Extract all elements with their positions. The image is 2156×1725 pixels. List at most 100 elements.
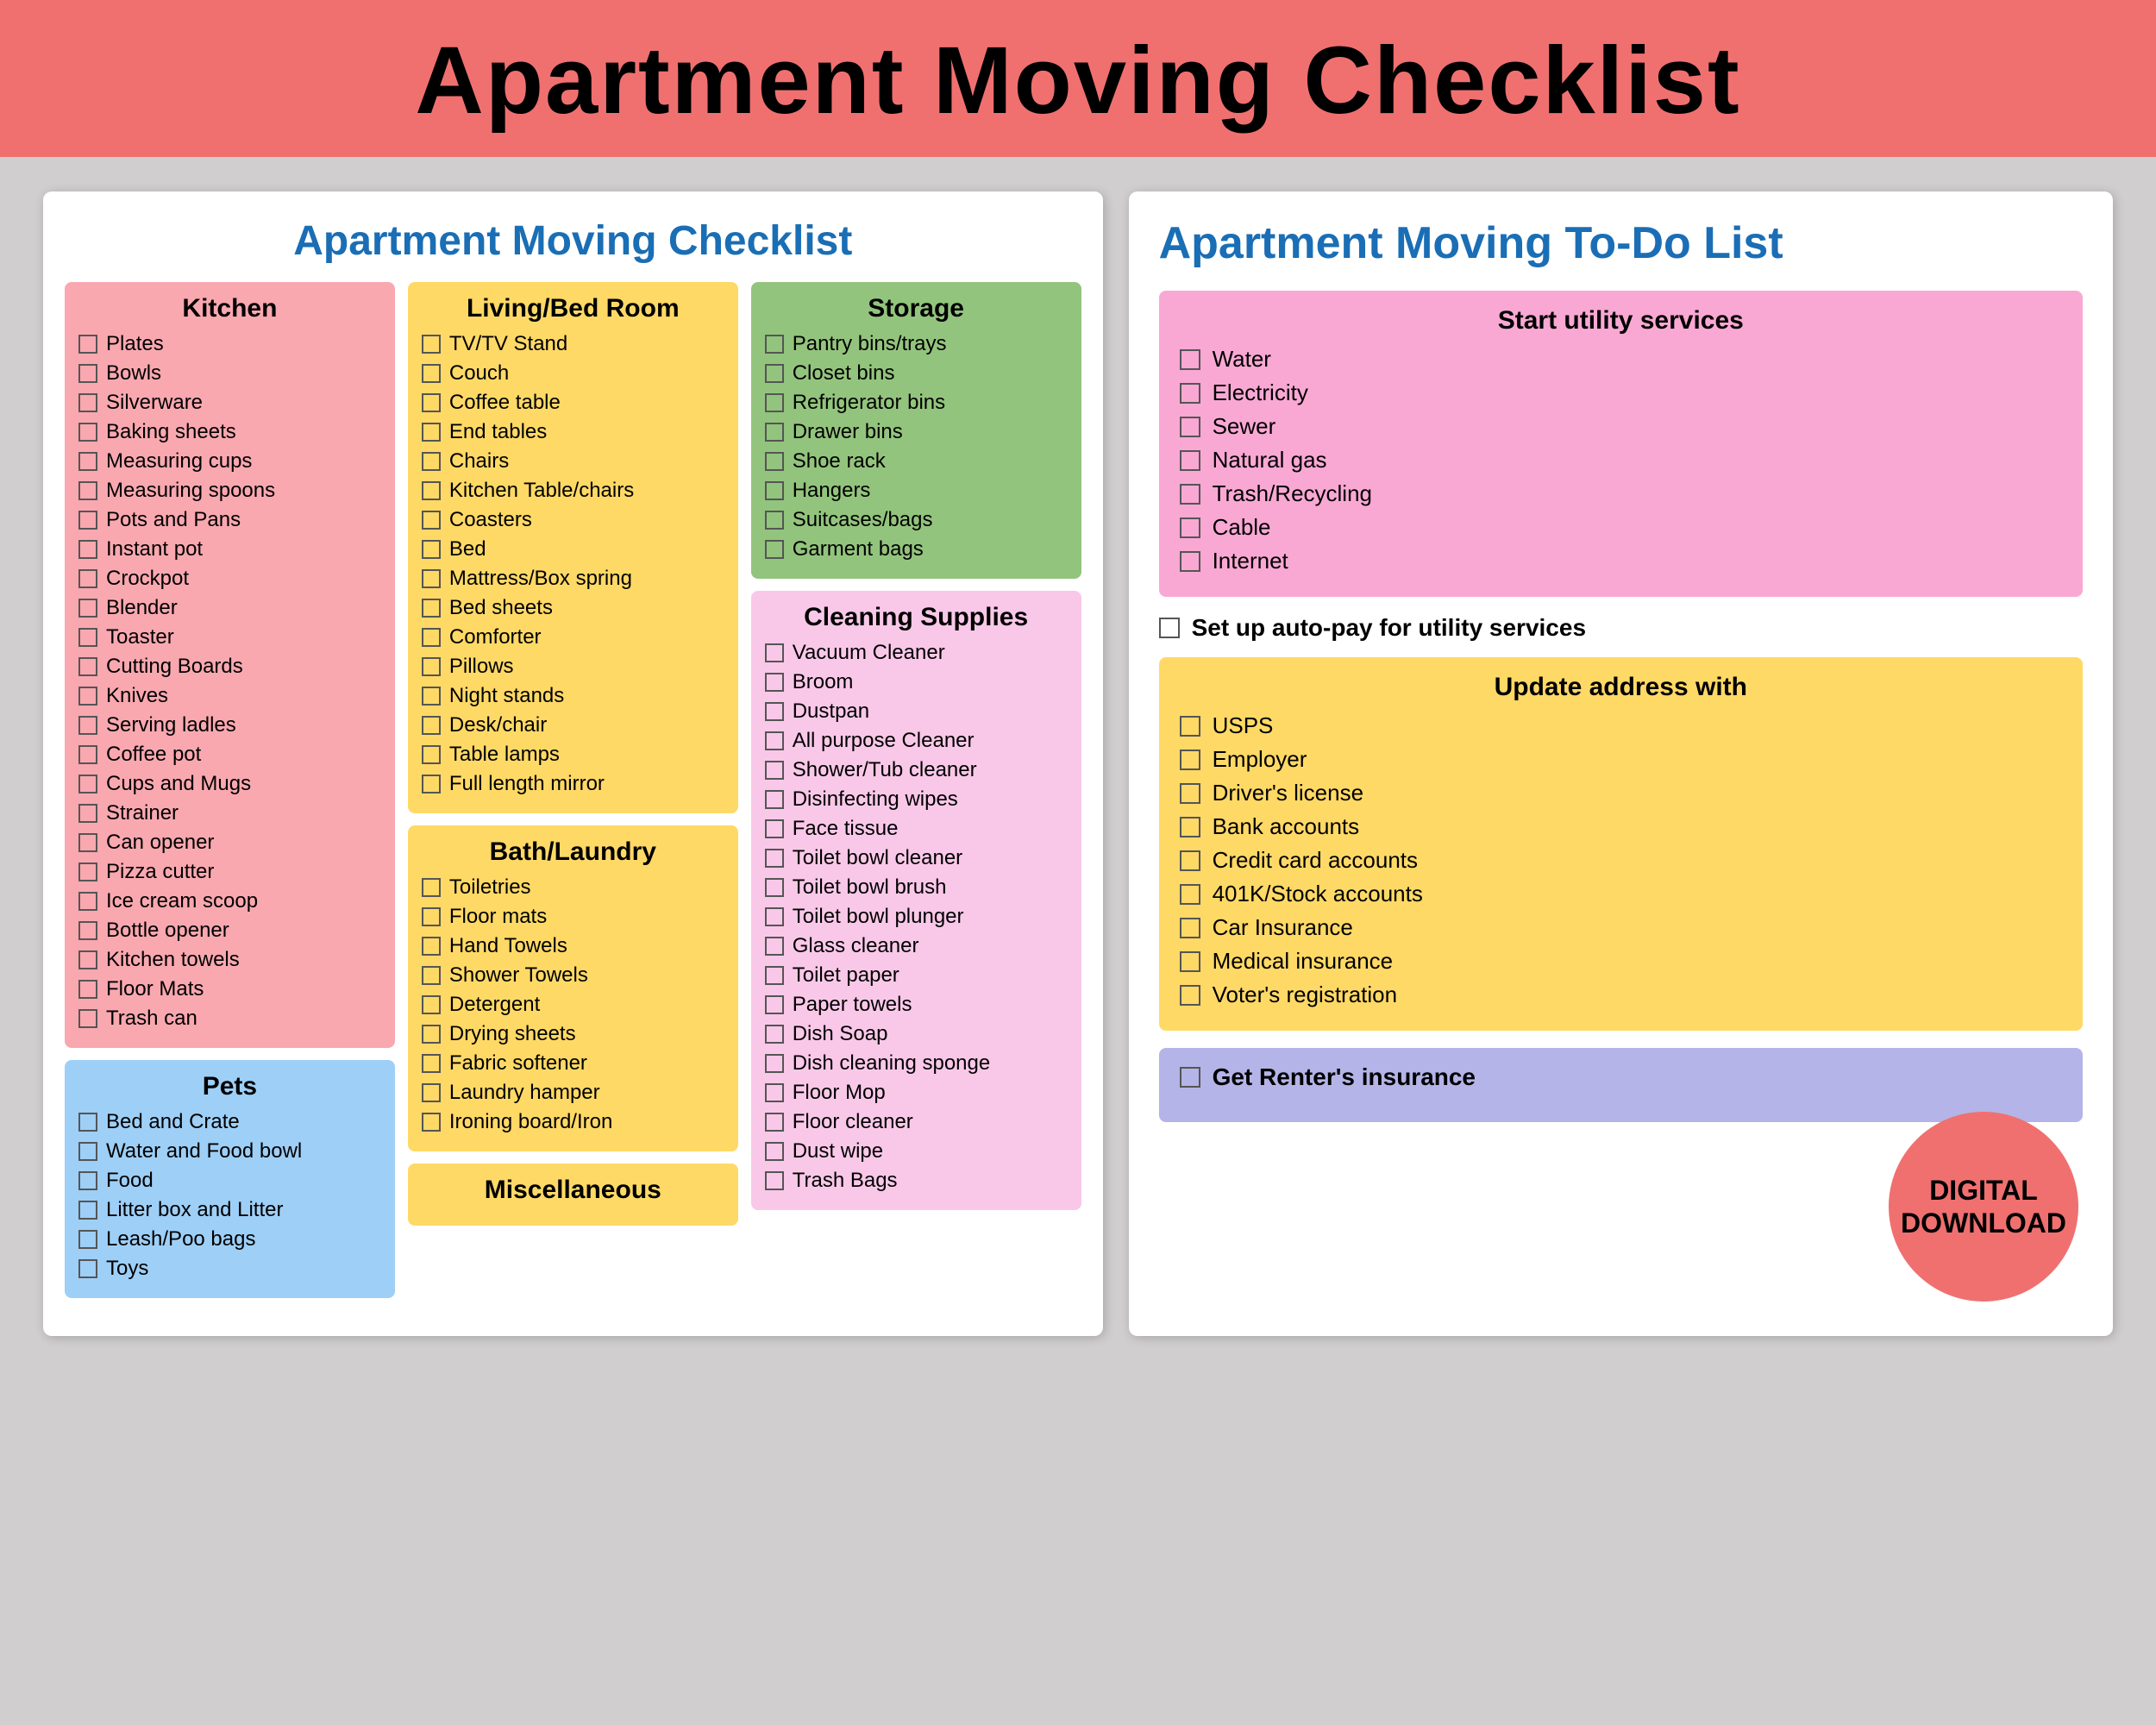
checkbox[interactable] — [1180, 783, 1200, 804]
checkbox[interactable] — [765, 731, 784, 750]
checkbox[interactable] — [1180, 450, 1200, 471]
checkbox[interactable] — [1180, 484, 1200, 505]
checkbox[interactable] — [1180, 518, 1200, 538]
checkbox[interactable] — [422, 511, 441, 530]
checkbox[interactable] — [422, 687, 441, 706]
checkbox[interactable] — [422, 745, 441, 764]
checkbox[interactable] — [422, 452, 441, 471]
checkbox[interactable] — [422, 907, 441, 926]
checkbox[interactable] — [765, 878, 784, 897]
checkbox[interactable] — [1180, 383, 1200, 404]
checkbox[interactable] — [765, 702, 784, 721]
checkbox[interactable] — [765, 966, 784, 985]
checkbox[interactable] — [78, 452, 97, 471]
checkbox[interactable] — [78, 511, 97, 530]
renters-checkbox[interactable] — [1180, 1067, 1200, 1088]
checkbox[interactable] — [422, 1025, 441, 1044]
checkbox[interactable] — [78, 657, 97, 676]
checkbox[interactable] — [422, 657, 441, 676]
checkbox[interactable] — [765, 481, 784, 500]
checkbox[interactable] — [1180, 750, 1200, 770]
auto-pay-checkbox[interactable] — [1159, 618, 1180, 638]
checkbox[interactable] — [422, 540, 441, 559]
checkbox[interactable] — [765, 1142, 784, 1161]
checkbox[interactable] — [765, 1025, 784, 1044]
checkbox[interactable] — [78, 862, 97, 881]
checkbox[interactable] — [1180, 850, 1200, 871]
checkbox[interactable] — [765, 819, 784, 838]
checkbox[interactable] — [78, 393, 97, 412]
checkbox[interactable] — [422, 966, 441, 985]
checkbox[interactable] — [765, 849, 784, 868]
checkbox[interactable] — [78, 1113, 97, 1132]
checkbox[interactable] — [765, 907, 784, 926]
checkbox[interactable] — [78, 540, 97, 559]
checkbox[interactable] — [765, 1171, 784, 1190]
checkbox[interactable] — [1180, 951, 1200, 972]
checkbox[interactable] — [765, 364, 784, 383]
checkbox[interactable] — [422, 878, 441, 897]
checkbox[interactable] — [1180, 551, 1200, 572]
checkbox[interactable] — [422, 599, 441, 618]
checkbox[interactable] — [422, 364, 441, 383]
checkbox[interactable] — [78, 745, 97, 764]
checkbox[interactable] — [422, 335, 441, 354]
checkbox[interactable] — [422, 423, 441, 442]
checkbox[interactable] — [422, 1054, 441, 1073]
checkbox[interactable] — [78, 892, 97, 911]
checkbox[interactable] — [1180, 716, 1200, 737]
checkbox[interactable] — [765, 643, 784, 662]
checkbox[interactable] — [78, 1201, 97, 1220]
checkbox[interactable] — [78, 1171, 97, 1190]
checkbox[interactable] — [765, 937, 784, 956]
checkbox[interactable] — [765, 1083, 784, 1102]
checkbox[interactable] — [1180, 918, 1200, 938]
checkbox[interactable] — [765, 393, 784, 412]
checkbox[interactable] — [78, 364, 97, 383]
checkbox[interactable] — [422, 716, 441, 735]
checkbox[interactable] — [78, 716, 97, 735]
checkbox[interactable] — [765, 335, 784, 354]
checkbox[interactable] — [1180, 349, 1200, 370]
checkbox[interactable] — [1180, 417, 1200, 437]
checkbox[interactable] — [78, 775, 97, 794]
checkbox[interactable] — [422, 1083, 441, 1102]
checkbox[interactable] — [1180, 884, 1200, 905]
checkbox[interactable] — [78, 423, 97, 442]
checkbox[interactable] — [422, 569, 441, 588]
checkbox[interactable] — [1180, 985, 1200, 1006]
checkbox[interactable] — [765, 452, 784, 471]
checkbox[interactable] — [78, 1259, 97, 1278]
checkbox[interactable] — [765, 995, 784, 1014]
checkbox[interactable] — [765, 673, 784, 692]
checkbox[interactable] — [422, 393, 441, 412]
checkbox[interactable] — [78, 481, 97, 500]
checkbox[interactable] — [78, 569, 97, 588]
checkbox[interactable] — [78, 833, 97, 852]
checkbox[interactable] — [78, 1009, 97, 1028]
checkbox[interactable] — [78, 980, 97, 999]
checkbox[interactable] — [422, 995, 441, 1014]
checkbox[interactable] — [78, 950, 97, 969]
checkbox[interactable] — [422, 481, 441, 500]
checkbox[interactable] — [78, 628, 97, 647]
checkbox[interactable] — [765, 540, 784, 559]
checkbox[interactable] — [765, 1054, 784, 1073]
checkbox[interactable] — [422, 937, 441, 956]
checkbox[interactable] — [765, 1113, 784, 1132]
checkbox[interactable] — [422, 1113, 441, 1132]
checkbox[interactable] — [1180, 817, 1200, 837]
checkbox[interactable] — [78, 921, 97, 940]
checkbox[interactable] — [765, 790, 784, 809]
checkbox[interactable] — [765, 761, 784, 780]
checkbox[interactable] — [78, 335, 97, 354]
checkbox[interactable] — [422, 628, 441, 647]
checkbox[interactable] — [422, 775, 441, 794]
checkbox[interactable] — [78, 1230, 97, 1249]
checkbox[interactable] — [78, 599, 97, 618]
checkbox[interactable] — [765, 511, 784, 530]
checkbox[interactable] — [78, 687, 97, 706]
checkbox[interactable] — [78, 1142, 97, 1161]
checkbox[interactable] — [765, 423, 784, 442]
checkbox[interactable] — [78, 804, 97, 823]
